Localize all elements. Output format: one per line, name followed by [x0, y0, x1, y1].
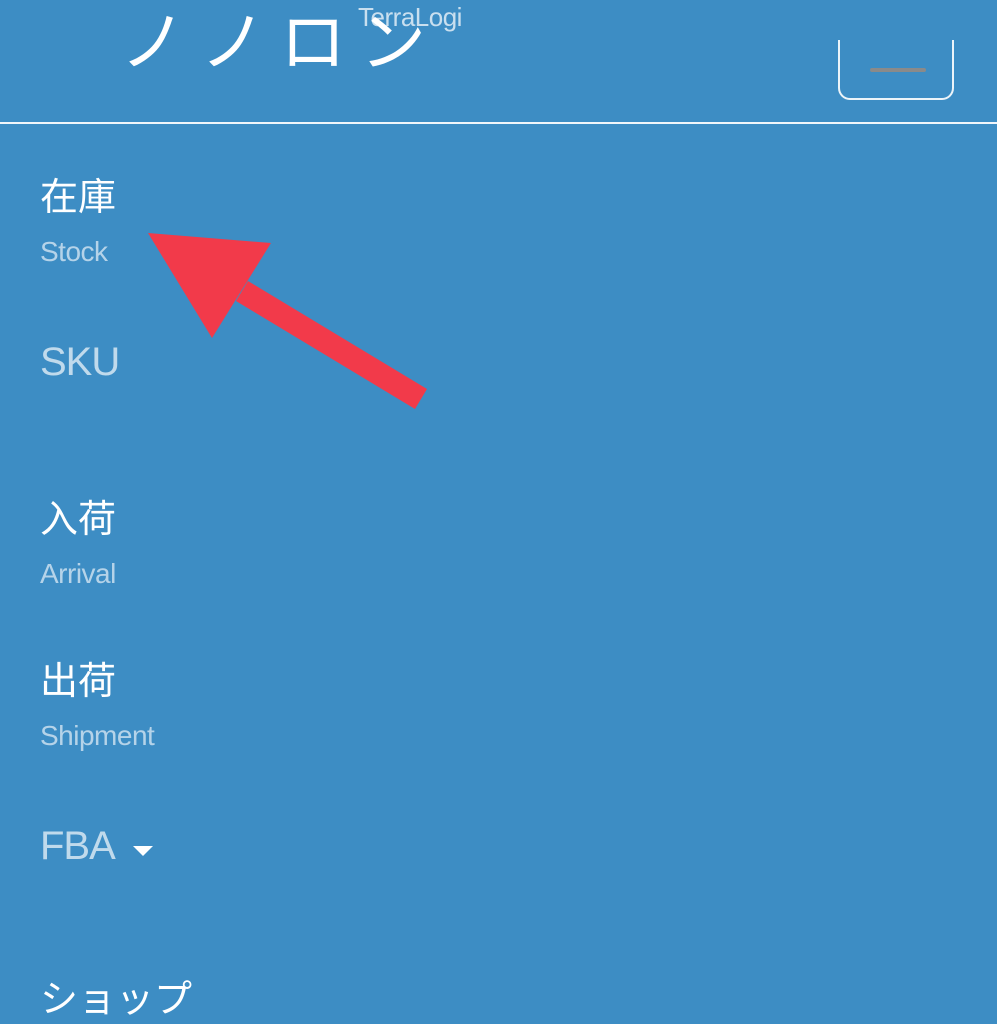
- caret-down-icon: [132, 845, 153, 856]
- nav-item-shop[interactable]: ショップ: [40, 980, 192, 1018]
- nav-item-sku[interactable]: SKU: [40, 340, 120, 384]
- nav-item-arrival-label-en: Arrival: [40, 558, 116, 589]
- nav-item-arrival[interactable]: 入荷 Arrival: [40, 500, 116, 588]
- app-title: TerraLogi: [358, 2, 462, 32]
- nav-item-fba-label: FBA: [40, 824, 116, 868]
- menu-toggle-button[interactable]: [838, 40, 954, 100]
- hamburger-icon: [870, 68, 926, 72]
- nav-item-stock-label-jp: 在庫: [40, 175, 117, 219]
- nav-item-stock[interactable]: 在庫 Stock: [40, 178, 116, 266]
- annotation-arrow-shaft: [236, 281, 427, 409]
- nav-item-sku-label: SKU: [40, 340, 120, 384]
- nav-item-stock-label-en: Stock: [40, 236, 108, 267]
- header-divider: [0, 122, 997, 124]
- annotation-arrow-head: [148, 233, 271, 338]
- nav-item-arrival-label-jp: 入荷: [40, 497, 117, 541]
- nav-item-shop-label-jp: ショップ: [40, 977, 193, 1021]
- nav-item-fba[interactable]: FBA: [40, 826, 153, 866]
- nav-item-shipment[interactable]: 出荷 Shipment: [40, 659, 155, 751]
- nav-item-shipment-label-en: Shipment: [40, 720, 155, 751]
- arrow-annotation: [148, 233, 427, 409]
- nav-item-shipment-label-jp: 出荷: [40, 659, 117, 703]
